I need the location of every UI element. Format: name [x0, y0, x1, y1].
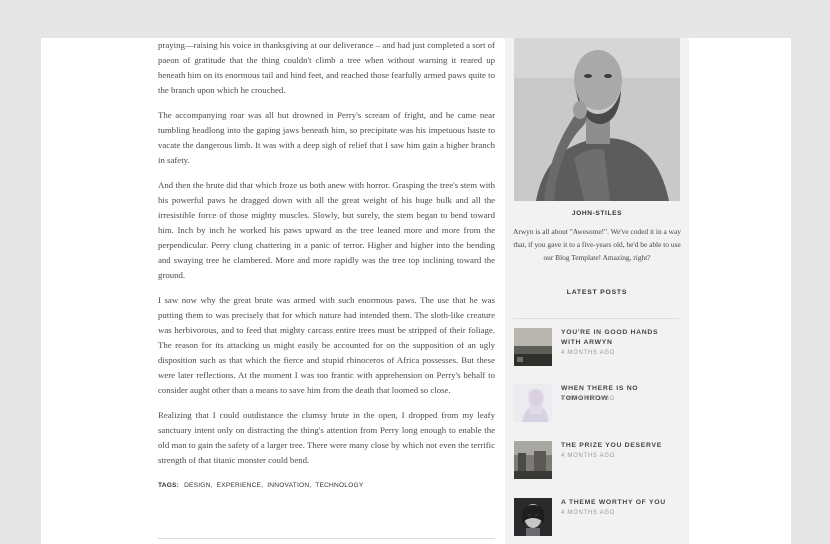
latest-post-item[interactable]: WHEN THERE IS NO TOMORROW 4 MONTHS AGO [514, 384, 682, 424]
post-title[interactable]: A THEME WORTHY OF YOU [561, 498, 679, 508]
post-thumbnail[interactable] [514, 328, 552, 366]
latest-post-item[interactable]: A THEME WORTHY OF YOU 4 MONTHS AGO [514, 498, 682, 538]
article-paragraph: praying—raising his voice in thanksgivin… [158, 40, 495, 95]
article-paragraph: The accompanying roar was all but drowne… [158, 110, 495, 165]
post-thumbnail-image [514, 498, 552, 536]
author-photo [514, 38, 680, 201]
post-thumbnail-image [514, 328, 552, 366]
post-title[interactable]: YOU'RE IN GOOD HANDS WITH ARWYN [561, 328, 679, 348]
article-body: praying—raising his voice in thanksgivin… [158, 38, 495, 493]
latest-posts-heading: LATEST POSTS [566, 289, 628, 296]
article-paragraph: And then the brute did that which froze … [158, 180, 495, 280]
post-thumbnail-image [514, 441, 552, 479]
post-date: 4 MONTHS AGO [561, 510, 616, 516]
article-divider [158, 538, 495, 539]
article-paragraph: I saw now why the great brute was armed … [158, 295, 495, 395]
post-title[interactable]: THE PRIZE YOU DESERVE [561, 441, 679, 451]
tag-link-technology[interactable]: TECHNOLOGY [315, 482, 363, 489]
article-tags: TAGS: DESIGN, EXPERIENCE, INNOVATION, TE… [158, 478, 495, 493]
author-bio: Arwyn is all about "Awesome!". We've cod… [513, 227, 681, 262]
post-thumbnail[interactable] [514, 498, 552, 536]
latest-post-item[interactable]: YOU'RE IN GOOD HANDS WITH ARWYN 4 MONTHS… [514, 328, 682, 368]
tag-link-design[interactable]: DESIGN, [184, 482, 213, 489]
tag-link-experience[interactable]: EXPERIENCE, [217, 482, 264, 489]
article-paragraph: Realizing that I could outdistance the c… [158, 410, 495, 465]
tags-label: TAGS: [158, 482, 180, 489]
author-name[interactable]: JOHN-STILES [505, 210, 689, 217]
post-thumbnail[interactable] [514, 384, 552, 422]
post-date: 4 MONTHS AGO [561, 453, 616, 459]
post-date: 4 MONTHS AGO [561, 350, 616, 356]
latest-posts-divider [513, 318, 679, 319]
tag-link-innovation[interactable]: INNOVATION, [267, 482, 311, 489]
page-container: praying—raising his voice in thanksgivin… [41, 38, 791, 544]
post-date: 4 MONTHS AGO [561, 396, 616, 402]
author-photo-image [514, 38, 680, 201]
latest-post-item[interactable]: THE PRIZE YOU DESERVE 4 MONTHS AGO [514, 441, 682, 481]
sidebar: JOHN-STILES Arwyn is all about "Awesome!… [505, 38, 689, 544]
post-thumbnail[interactable] [514, 441, 552, 479]
post-thumbnail-image [514, 384, 552, 422]
